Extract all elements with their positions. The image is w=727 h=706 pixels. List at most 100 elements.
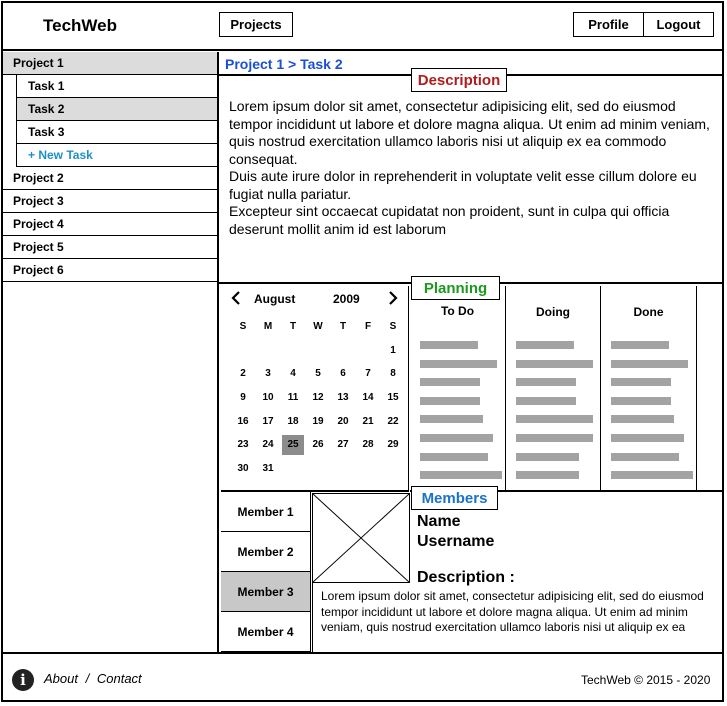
calendar-day[interactable]: 5 [307,364,329,384]
members-panel: Member 1 Member 2 Member 3 Member 4 Name… [221,492,722,652]
planning-column-todo: To Do [410,286,506,492]
calendar-day[interactable]: 19 [307,411,329,431]
calendar-day[interactable]: 12 [307,387,329,407]
calendar-day[interactable]: 10 [257,387,279,407]
member-photo-placeholder [312,493,410,583]
calendar-day[interactable]: 31 [257,459,279,479]
description-paragraph: Lorem ipsum dolor sit amet, consectetur … [229,98,710,167]
task-card-placeholder[interactable] [611,415,674,424]
chevron-left-icon[interactable] [231,291,241,310]
sidebar-item-project-6[interactable]: Project 6 [3,259,217,282]
calendar-day[interactable]: 22 [382,411,404,431]
calendar-day[interactable]: 17 [257,411,279,431]
projects-button[interactable]: Projects [219,12,293,37]
member-item-1[interactable]: Member 1 [221,492,311,532]
task-card-placeholder[interactable] [611,396,671,405]
calendar-day[interactable]: 4 [282,364,304,384]
members-label: Members [411,486,498,510]
task-card-placeholder[interactable] [611,452,679,461]
task-card-placeholder[interactable] [420,359,497,368]
sidebar: Project 1 Task 1 Task 2 Task 3 + New Tas… [3,52,219,652]
sidebar-item-project-5[interactable]: Project 5 [3,236,217,259]
task-card-placeholder[interactable] [611,434,684,442]
calendar-day[interactable]: 28 [357,435,379,455]
footer: i About / Contact TechWeb © 2015 - 2020 [3,652,722,702]
task-card-placeholder[interactable] [516,341,574,349]
sidebar-item-project-1[interactable]: Project 1 [3,52,217,75]
column-title: Done [633,305,664,319]
calendar-weekday: T [289,320,297,332]
sidebar-item-task-2[interactable]: Task 2 [16,98,217,121]
member-item-3[interactable]: Member 3 [221,572,311,612]
sidebar-item-project-3[interactable]: Project 3 [3,190,217,213]
calendar-day[interactable]: 21 [357,411,379,431]
footer-links: About / Contact [44,671,142,686]
sidebar-item-project-2[interactable]: Project 2 [3,167,217,190]
calendar-day[interactable]: 11 [282,387,304,407]
task-card-placeholder[interactable] [420,396,480,405]
calendar-day[interactable]: 26 [307,435,329,455]
calendar-day[interactable]: 2 [232,364,254,384]
calendar-day[interactable]: 20 [332,411,354,431]
task-card-placeholder[interactable] [420,415,483,424]
task-card-placeholder[interactable] [420,341,478,349]
task-card-placeholder[interactable] [420,471,502,480]
calendar-weekday: M [263,320,273,332]
calendar-day[interactable]: 18 [282,411,304,431]
task-card-placeholder[interactable] [611,378,671,387]
column-title: To Do [440,304,475,318]
calendar-day[interactable]: 29 [382,435,404,455]
task-card-placeholder[interactable] [420,378,480,387]
calendar-day[interactable]: 8 [382,364,404,384]
task-card-placeholder[interactable] [611,471,693,480]
calendar-day[interactable]: 15 [382,387,404,407]
task-card-placeholder[interactable] [516,452,579,461]
planning-label: Planning [411,276,500,300]
new-task-link[interactable]: + New Task [16,144,217,167]
task-card-placeholder[interactable] [516,396,576,405]
description-text: Lorem ipsum dolor sit amet, consectetur … [229,98,714,238]
task-card-placeholder[interactable] [611,341,669,349]
copyright-text: TechWeb © 2015 - 2020 [581,673,711,687]
calendar-day[interactable]: 24 [257,435,279,455]
calendar-day[interactable]: 16 [232,411,254,431]
calendar-day[interactable]: 1 [382,340,404,360]
member-item-4[interactable]: Member 4 [221,612,311,652]
breadcrumb-text[interactable]: Project 1 > Task 2 [225,56,343,72]
calendar-day[interactable]: 6 [332,364,354,384]
sidebar-item-task-1[interactable]: Task 1 [16,75,217,98]
calendar-day[interactable]: 3 [257,364,279,384]
contact-link[interactable]: Contact [97,671,142,686]
task-card-placeholder[interactable] [516,378,576,387]
planning-column-done: Done [601,286,697,492]
task-card-placeholder[interactable] [611,359,688,368]
description-paragraph: Excepteur sint occaecat cupidatat non pr… [229,203,670,237]
header: TechWeb Projects Profile Logout [3,3,722,51]
task-card-placeholder[interactable] [420,452,488,461]
logout-button[interactable]: Logout [643,12,714,37]
calendar-day[interactable]: 9 [232,387,254,407]
task-card-placeholder[interactable] [516,415,593,424]
profile-button[interactable]: Profile [573,12,644,37]
about-link[interactable]: About [44,671,78,686]
info-icon[interactable]: i [12,669,34,691]
app-window: TechWeb Projects Profile Logout Project … [1,1,724,702]
task-card-placeholder[interactable] [516,471,579,480]
member-username-label: Username [417,533,495,550]
calendar-day-selected[interactable]: 25 [282,434,304,455]
calendar-day[interactable]: 14 [357,387,379,407]
calendar-day[interactable]: 27 [332,435,354,455]
calendar-day[interactable]: 13 [332,387,354,407]
calendar-day[interactable]: 30 [232,459,254,479]
chevron-right-icon[interactable] [388,291,398,310]
task-card-placeholder[interactable] [516,359,593,368]
member-item-2[interactable]: Member 2 [221,532,311,572]
sidebar-item-task-3[interactable]: Task 3 [16,121,217,144]
calendar-day[interactable]: 7 [357,364,379,384]
task-card-placeholder[interactable] [420,434,493,442]
calendar-day[interactable]: 23 [232,435,254,455]
planning-column-doing: Doing [506,286,601,492]
task-card-placeholder[interactable] [516,434,593,442]
calendar-month: August [254,292,296,306]
sidebar-item-project-4[interactable]: Project 4 [3,213,217,236]
